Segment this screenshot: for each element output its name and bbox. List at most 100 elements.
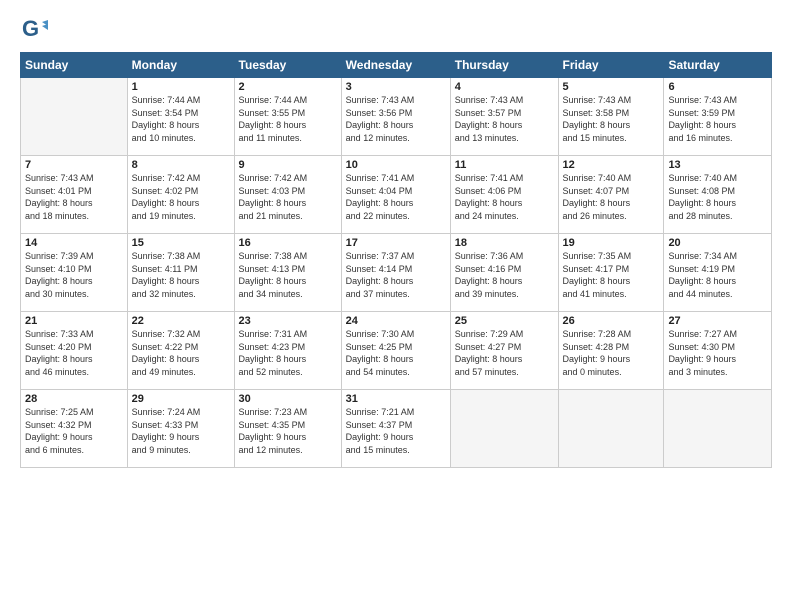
day-info: Sunrise: 7:37 AM Sunset: 4:14 PM Dayligh… xyxy=(346,250,446,300)
day-info: Sunrise: 7:43 AM Sunset: 3:59 PM Dayligh… xyxy=(668,94,767,144)
day-number: 30 xyxy=(239,393,337,405)
calendar-day-cell: 6Sunrise: 7:43 AM Sunset: 3:59 PM Daylig… xyxy=(664,78,772,156)
day-info: Sunrise: 7:28 AM Sunset: 4:28 PM Dayligh… xyxy=(563,328,660,378)
day-info: Sunrise: 7:44 AM Sunset: 3:54 PM Dayligh… xyxy=(132,94,230,144)
day-number: 24 xyxy=(346,315,446,327)
day-info: Sunrise: 7:36 AM Sunset: 4:16 PM Dayligh… xyxy=(455,250,554,300)
calendar-day-cell: 3Sunrise: 7:43 AM Sunset: 3:56 PM Daylig… xyxy=(341,78,450,156)
day-number: 15 xyxy=(132,237,230,249)
calendar-day-cell: 15Sunrise: 7:38 AM Sunset: 4:11 PM Dayli… xyxy=(127,234,234,312)
calendar-day-cell xyxy=(664,390,772,468)
calendar-day-cell: 28Sunrise: 7:25 AM Sunset: 4:32 PM Dayli… xyxy=(21,390,128,468)
day-number: 17 xyxy=(346,237,446,249)
day-number: 6 xyxy=(668,81,767,93)
calendar-day-cell: 21Sunrise: 7:33 AM Sunset: 4:20 PM Dayli… xyxy=(21,312,128,390)
day-number: 28 xyxy=(25,393,123,405)
day-info: Sunrise: 7:41 AM Sunset: 4:04 PM Dayligh… xyxy=(346,172,446,222)
day-number: 26 xyxy=(563,315,660,327)
calendar-day-cell: 10Sunrise: 7:41 AM Sunset: 4:04 PM Dayli… xyxy=(341,156,450,234)
day-number: 31 xyxy=(346,393,446,405)
day-info: Sunrise: 7:33 AM Sunset: 4:20 PM Dayligh… xyxy=(25,328,123,378)
day-header-sunday: Sunday xyxy=(21,53,128,78)
day-info: Sunrise: 7:40 AM Sunset: 4:07 PM Dayligh… xyxy=(563,172,660,222)
day-header-saturday: Saturday xyxy=(664,53,772,78)
day-number: 22 xyxy=(132,315,230,327)
calendar-day-cell: 13Sunrise: 7:40 AM Sunset: 4:08 PM Dayli… xyxy=(664,156,772,234)
day-header-friday: Friday xyxy=(558,53,664,78)
day-header-thursday: Thursday xyxy=(450,53,558,78)
day-info: Sunrise: 7:43 AM Sunset: 3:58 PM Dayligh… xyxy=(563,94,660,144)
calendar-week-row: 1Sunrise: 7:44 AM Sunset: 3:54 PM Daylig… xyxy=(21,78,772,156)
calendar-day-cell: 4Sunrise: 7:43 AM Sunset: 3:57 PM Daylig… xyxy=(450,78,558,156)
calendar-day-cell: 16Sunrise: 7:38 AM Sunset: 4:13 PM Dayli… xyxy=(234,234,341,312)
day-info: Sunrise: 7:41 AM Sunset: 4:06 PM Dayligh… xyxy=(455,172,554,222)
day-number: 11 xyxy=(455,159,554,171)
calendar-day-cell: 29Sunrise: 7:24 AM Sunset: 4:33 PM Dayli… xyxy=(127,390,234,468)
day-info: Sunrise: 7:43 AM Sunset: 4:01 PM Dayligh… xyxy=(25,172,123,222)
day-info: Sunrise: 7:29 AM Sunset: 4:27 PM Dayligh… xyxy=(455,328,554,378)
calendar-day-cell: 7Sunrise: 7:43 AM Sunset: 4:01 PM Daylig… xyxy=(21,156,128,234)
day-number: 29 xyxy=(132,393,230,405)
day-info: Sunrise: 7:27 AM Sunset: 4:30 PM Dayligh… xyxy=(668,328,767,378)
day-number: 12 xyxy=(563,159,660,171)
calendar-day-cell: 14Sunrise: 7:39 AM Sunset: 4:10 PM Dayli… xyxy=(21,234,128,312)
day-number: 19 xyxy=(563,237,660,249)
calendar-day-cell: 26Sunrise: 7:28 AM Sunset: 4:28 PM Dayli… xyxy=(558,312,664,390)
day-number: 10 xyxy=(346,159,446,171)
calendar-day-cell: 20Sunrise: 7:34 AM Sunset: 4:19 PM Dayli… xyxy=(664,234,772,312)
day-info: Sunrise: 7:39 AM Sunset: 4:10 PM Dayligh… xyxy=(25,250,123,300)
calendar-day-cell: 9Sunrise: 7:42 AM Sunset: 4:03 PM Daylig… xyxy=(234,156,341,234)
day-info: Sunrise: 7:34 AM Sunset: 4:19 PM Dayligh… xyxy=(668,250,767,300)
calendar-day-cell: 27Sunrise: 7:27 AM Sunset: 4:30 PM Dayli… xyxy=(664,312,772,390)
calendar-day-cell: 2Sunrise: 7:44 AM Sunset: 3:55 PM Daylig… xyxy=(234,78,341,156)
calendar-week-row: 14Sunrise: 7:39 AM Sunset: 4:10 PM Dayli… xyxy=(21,234,772,312)
calendar-day-cell: 31Sunrise: 7:21 AM Sunset: 4:37 PM Dayli… xyxy=(341,390,450,468)
calendar-day-cell: 5Sunrise: 7:43 AM Sunset: 3:58 PM Daylig… xyxy=(558,78,664,156)
calendar-header-row: SundayMondayTuesdayWednesdayThursdayFrid… xyxy=(21,53,772,78)
day-header-monday: Monday xyxy=(127,53,234,78)
day-info: Sunrise: 7:44 AM Sunset: 3:55 PM Dayligh… xyxy=(239,94,337,144)
day-info: Sunrise: 7:23 AM Sunset: 4:35 PM Dayligh… xyxy=(239,406,337,456)
day-number: 1 xyxy=(132,81,230,93)
day-number: 20 xyxy=(668,237,767,249)
calendar-day-cell xyxy=(450,390,558,468)
day-info: Sunrise: 7:43 AM Sunset: 3:57 PM Dayligh… xyxy=(455,94,554,144)
day-info: Sunrise: 7:30 AM Sunset: 4:25 PM Dayligh… xyxy=(346,328,446,378)
day-info: Sunrise: 7:40 AM Sunset: 4:08 PM Dayligh… xyxy=(668,172,767,222)
page: G SundayMondayTuesdayWednesdayThursdayFr… xyxy=(0,0,792,612)
logo: G xyxy=(20,16,50,44)
calendar-day-cell xyxy=(558,390,664,468)
day-number: 7 xyxy=(25,159,123,171)
calendar-day-cell: 19Sunrise: 7:35 AM Sunset: 4:17 PM Dayli… xyxy=(558,234,664,312)
day-info: Sunrise: 7:43 AM Sunset: 3:56 PM Dayligh… xyxy=(346,94,446,144)
calendar-day-cell: 18Sunrise: 7:36 AM Sunset: 4:16 PM Dayli… xyxy=(450,234,558,312)
day-number: 21 xyxy=(25,315,123,327)
svg-text:G: G xyxy=(22,16,39,41)
logo-icon: G xyxy=(20,16,48,44)
calendar-day-cell: 11Sunrise: 7:41 AM Sunset: 4:06 PM Dayli… xyxy=(450,156,558,234)
calendar-day-cell: 22Sunrise: 7:32 AM Sunset: 4:22 PM Dayli… xyxy=(127,312,234,390)
calendar-table: SundayMondayTuesdayWednesdayThursdayFrid… xyxy=(20,52,772,468)
calendar-day-cell: 25Sunrise: 7:29 AM Sunset: 4:27 PM Dayli… xyxy=(450,312,558,390)
calendar-week-row: 28Sunrise: 7:25 AM Sunset: 4:32 PM Dayli… xyxy=(21,390,772,468)
day-number: 3 xyxy=(346,81,446,93)
calendar-day-cell: 1Sunrise: 7:44 AM Sunset: 3:54 PM Daylig… xyxy=(127,78,234,156)
day-header-wednesday: Wednesday xyxy=(341,53,450,78)
day-number: 5 xyxy=(563,81,660,93)
header: G xyxy=(20,16,772,44)
calendar-day-cell xyxy=(21,78,128,156)
day-info: Sunrise: 7:38 AM Sunset: 4:11 PM Dayligh… xyxy=(132,250,230,300)
day-number: 18 xyxy=(455,237,554,249)
day-info: Sunrise: 7:32 AM Sunset: 4:22 PM Dayligh… xyxy=(132,328,230,378)
day-header-tuesday: Tuesday xyxy=(234,53,341,78)
calendar-week-row: 21Sunrise: 7:33 AM Sunset: 4:20 PM Dayli… xyxy=(21,312,772,390)
calendar-day-cell: 30Sunrise: 7:23 AM Sunset: 4:35 PM Dayli… xyxy=(234,390,341,468)
day-info: Sunrise: 7:35 AM Sunset: 4:17 PM Dayligh… xyxy=(563,250,660,300)
day-number: 9 xyxy=(239,159,337,171)
day-number: 23 xyxy=(239,315,337,327)
day-info: Sunrise: 7:38 AM Sunset: 4:13 PM Dayligh… xyxy=(239,250,337,300)
calendar-day-cell: 8Sunrise: 7:42 AM Sunset: 4:02 PM Daylig… xyxy=(127,156,234,234)
day-info: Sunrise: 7:25 AM Sunset: 4:32 PM Dayligh… xyxy=(25,406,123,456)
day-info: Sunrise: 7:42 AM Sunset: 4:02 PM Dayligh… xyxy=(132,172,230,222)
day-number: 13 xyxy=(668,159,767,171)
